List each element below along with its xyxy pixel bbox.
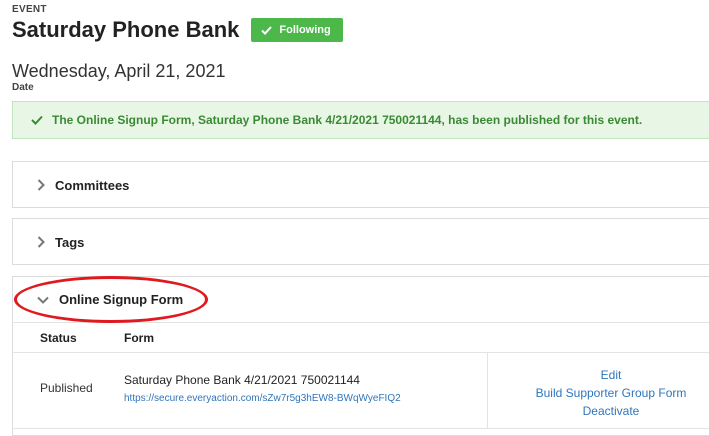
success-alert-message: The Online Signup Form, Saturday Phone B… bbox=[52, 113, 643, 127]
online-signup-form-panel: Online Signup Form Status Form Published… bbox=[12, 276, 709, 436]
check-icon bbox=[261, 25, 273, 35]
build-supporter-group-form-link[interactable]: Build Supporter Group Form bbox=[488, 384, 709, 402]
tags-panel-header[interactable]: Tags bbox=[13, 219, 709, 265]
page-title: Saturday Phone Bank bbox=[12, 17, 240, 42]
online-signup-form-panel-title: Online Signup Form bbox=[59, 292, 184, 307]
chevron-right-icon bbox=[37, 236, 45, 248]
signup-table-header: Status Form bbox=[13, 322, 709, 353]
edit-link[interactable]: Edit bbox=[488, 366, 709, 384]
form-status: Published bbox=[40, 381, 93, 395]
column-header-status: Status bbox=[40, 331, 77, 345]
event-eyebrow: EVENT bbox=[12, 4, 47, 15]
following-button-label: Following bbox=[279, 24, 331, 36]
form-actions: Edit Build Supporter Group Form Deactiva… bbox=[488, 366, 709, 420]
online-signup-form-panel-header[interactable]: Online Signup Form bbox=[13, 277, 709, 322]
title-row: Saturday Phone Bank Following bbox=[12, 17, 343, 43]
column-header-form: Form bbox=[124, 331, 154, 345]
tags-panel: Tags bbox=[12, 218, 709, 265]
following-button[interactable]: Following bbox=[251, 18, 343, 42]
committees-panel-header[interactable]: Committees bbox=[13, 162, 709, 208]
committees-panel: Committees bbox=[12, 161, 709, 208]
event-date: Wednesday, April 21, 2021 bbox=[12, 61, 226, 81]
form-name: Saturday Phone Bank 4/21/2021 750021144 bbox=[124, 373, 360, 387]
check-icon bbox=[31, 115, 43, 125]
tags-panel-title: Tags bbox=[55, 234, 85, 250]
chevron-down-icon bbox=[37, 296, 49, 304]
form-url-link[interactable]: https://secure.everyaction.com/sZw7r5g3h… bbox=[124, 393, 401, 404]
deactivate-link[interactable]: Deactivate bbox=[488, 402, 709, 420]
chevron-right-icon bbox=[37, 179, 45, 191]
table-row: Published Saturday Phone Bank 4/21/2021 … bbox=[13, 353, 709, 429]
success-alert: The Online Signup Form, Saturday Phone B… bbox=[12, 101, 709, 139]
event-date-label: Date bbox=[12, 82, 34, 93]
committees-panel-title: Committees bbox=[55, 177, 130, 193]
